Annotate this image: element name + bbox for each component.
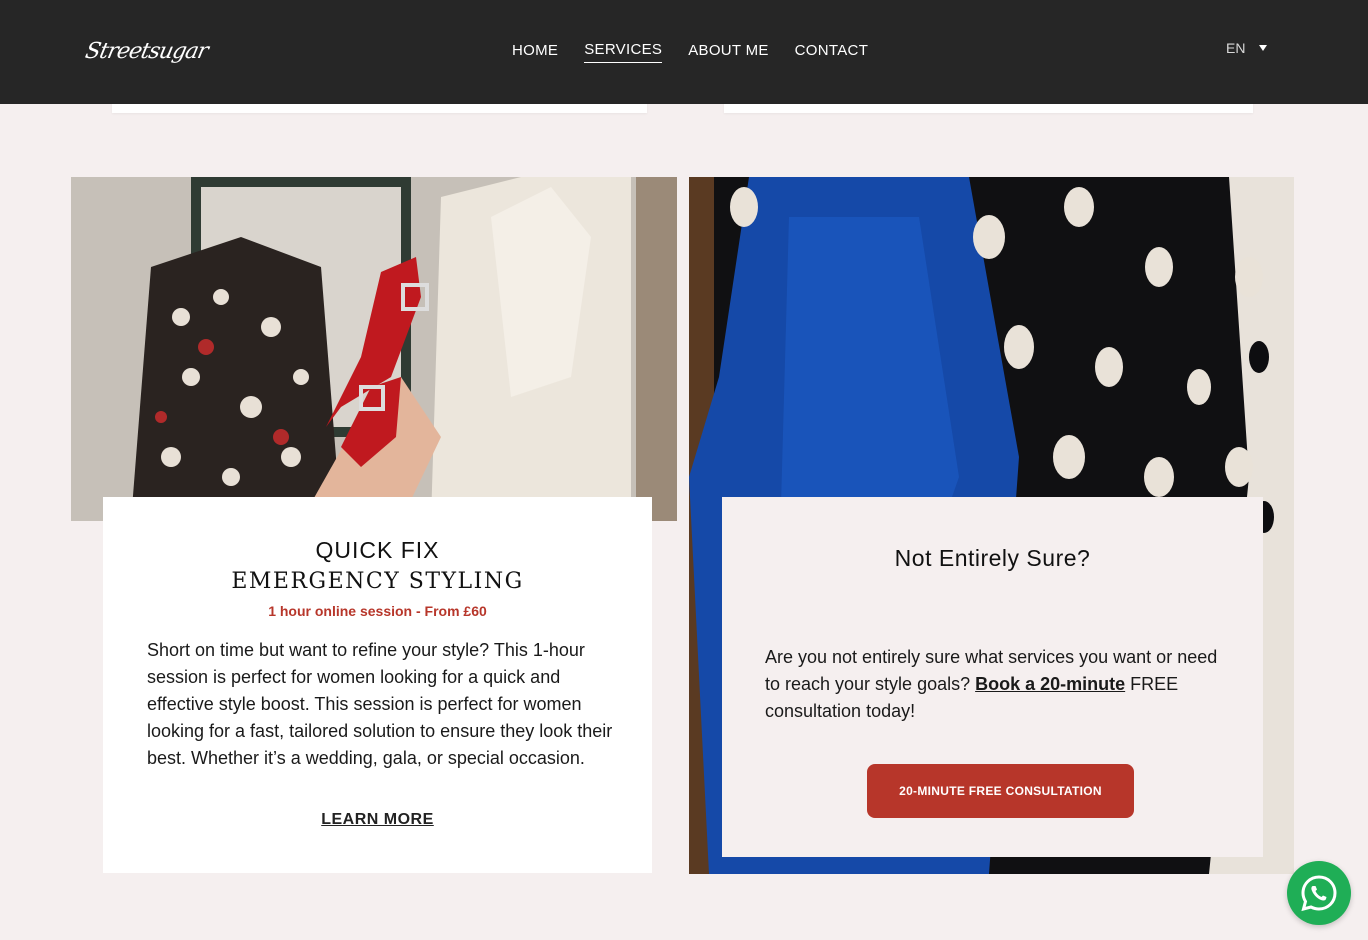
- quick-fix-photo: [71, 177, 677, 521]
- quick-fix-title: QUICK FIX: [315, 537, 440, 563]
- language-selector[interactable]: EN: [1226, 40, 1268, 56]
- whatsapp-button[interactable]: [1287, 861, 1351, 925]
- clothing-rack-image: [71, 177, 677, 521]
- main-nav: HOME SERVICES ABOUT ME CONTACT: [512, 0, 868, 104]
- quick-fix-description: Short on time but want to refine your st…: [147, 640, 613, 768]
- free-consultation-button[interactable]: 20-MINUTE FREE CONSULTATION: [867, 764, 1134, 818]
- nav-home[interactable]: HOME: [512, 42, 558, 63]
- emergency-styling-title: EMERGENCY STYLING: [231, 569, 524, 594]
- not-sure-title: Not Entirely Sure?: [894, 545, 1091, 571]
- whatsapp-icon: [1301, 875, 1337, 912]
- site-logo[interactable]: Streetsugar: [81, 26, 210, 74]
- logo-text: Streetsugar: [83, 39, 210, 64]
- nav-about-me[interactable]: ABOUT ME: [688, 42, 768, 63]
- caret-down-icon: [1259, 45, 1268, 51]
- not-sure-description: Are you not entirely sure what services …: [765, 644, 1221, 725]
- not-sure-card: Not Entirely Sure? Are you not entirely …: [722, 497, 1263, 857]
- quick-fix-card: QUICK FIX EMERGENCY STYLING 1 hour onlin…: [103, 497, 652, 873]
- language-label: EN: [1226, 40, 1246, 56]
- site-header: Streetsugar HOME SERVICES ABOUT ME CONTA…: [0, 0, 1368, 104]
- session-price: 1 hour online session - From £60: [268, 603, 487, 619]
- book-consultation-link[interactable]: Book a 20-minute: [975, 674, 1125, 694]
- nav-services[interactable]: SERVICES: [584, 41, 663, 63]
- learn-more-link[interactable]: LEARN MORE: [103, 811, 652, 829]
- nav-contact[interactable]: CONTACT: [795, 42, 868, 63]
